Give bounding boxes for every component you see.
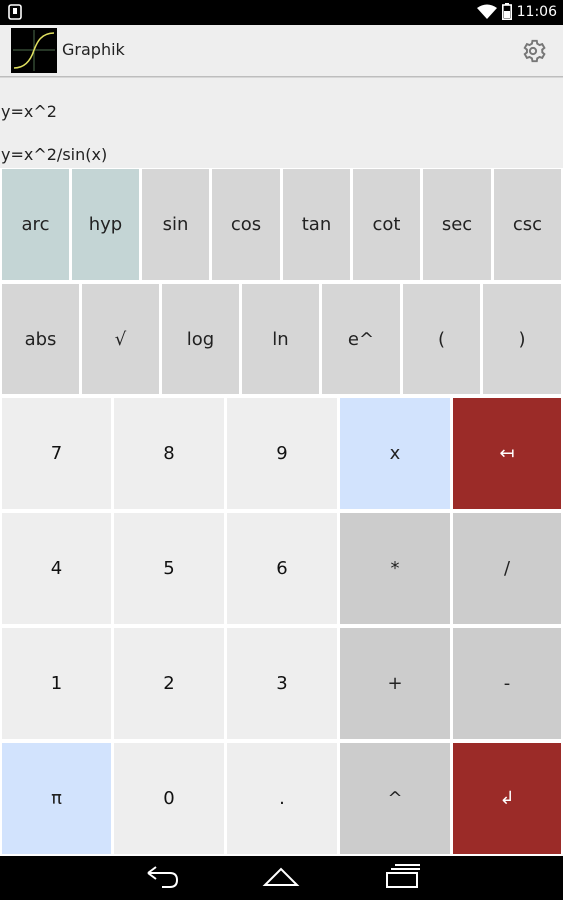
wifi-icon <box>476 4 497 19</box>
close-paren-key[interactable]: ) <box>483 284 561 394</box>
recents-icon[interactable] <box>385 864 421 890</box>
digit-7-key[interactable]: 7 <box>2 398 111 509</box>
exp-key[interactable]: e^ <box>322 284 400 394</box>
battery-icon <box>501 3 512 20</box>
open-paren-key[interactable]: ( <box>403 284 480 394</box>
formula-list: y=x^2 y=x^2/sin(x) <box>0 77 563 168</box>
ln-key[interactable]: ln <box>242 284 319 394</box>
sqrt-key[interactable]: √ <box>82 284 159 394</box>
tan-key[interactable]: tan <box>283 169 350 280</box>
digit-5-key[interactable]: 5 <box>114 513 224 624</box>
digit-4-key[interactable]: 4 <box>2 513 111 624</box>
sin-key[interactable]: sin <box>142 169 209 280</box>
app-logo-icon <box>11 28 57 73</box>
cos-key[interactable]: cos <box>212 169 280 280</box>
digit-1-key[interactable]: 1 <box>2 628 111 739</box>
minus-key[interactable]: - <box>453 628 561 739</box>
hyp-key[interactable]: hyp <box>72 169 139 280</box>
formula-item[interactable]: y=x^2 <box>1 102 57 121</box>
backspace-key[interactable]: ↤ <box>453 398 561 509</box>
formula-item[interactable]: y=x^2/sin(x) <box>1 145 107 164</box>
digit-3-key[interactable]: 3 <box>227 628 337 739</box>
multiply-key[interactable]: * <box>340 513 450 624</box>
clock-time: 11:06 <box>516 3 557 20</box>
action-bar: Graphik <box>0 25 563 77</box>
arc-key[interactable]: arc <box>2 169 69 280</box>
log-key[interactable]: log <box>162 284 239 394</box>
digit-2-key[interactable]: 2 <box>114 628 224 739</box>
home-icon[interactable] <box>262 864 300 890</box>
digit-8-key[interactable]: 8 <box>114 398 224 509</box>
status-bar: 11:06 <box>0 0 563 25</box>
sim-notification-icon <box>8 4 22 20</box>
pi-key[interactable]: π <box>2 743 111 854</box>
plus-key[interactable]: + <box>340 628 450 739</box>
abs-key[interactable]: abs <box>2 284 79 394</box>
digit-0-key[interactable]: 0 <box>114 743 224 854</box>
variable-x-key[interactable]: x <box>340 398 450 509</box>
back-icon[interactable] <box>144 864 180 890</box>
sec-key[interactable]: sec <box>423 169 491 280</box>
app-title: Graphik <box>62 40 125 59</box>
digit-9-key[interactable]: 9 <box>227 398 337 509</box>
csc-key[interactable]: csc <box>494 169 561 280</box>
decimal-point-key[interactable]: . <box>227 743 337 854</box>
divide-key[interactable]: / <box>453 513 561 624</box>
cot-key[interactable]: cot <box>353 169 420 280</box>
navigation-bar <box>0 856 563 900</box>
power-key[interactable]: ^ <box>340 743 450 854</box>
enter-key[interactable]: ↲ <box>453 743 561 854</box>
gear-icon[interactable] <box>520 38 546 64</box>
digit-6-key[interactable]: 6 <box>227 513 337 624</box>
